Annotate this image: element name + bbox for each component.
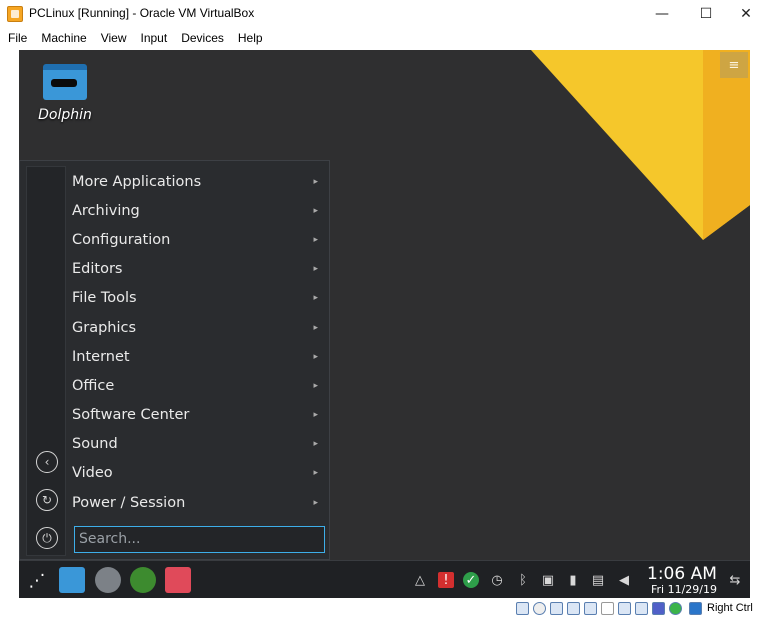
usb-device-icon[interactable] xyxy=(584,602,597,615)
menu-item-internet[interactable]: Internet ▸ xyxy=(72,342,322,371)
menu-item-file-tools[interactable]: File Tools ▸ xyxy=(72,284,322,313)
clipboard-icon[interactable]: ▤ xyxy=(590,572,606,588)
chevron-right-icon: ▸ xyxy=(313,176,318,187)
guest-screen[interactable]: ≡ Dolphin ‹ ↻ ⏻ More Applications ▸ Archi… xyxy=(19,50,750,598)
menu-input[interactable]: Input xyxy=(141,31,168,45)
menu-item-graphics[interactable]: Graphics ▸ xyxy=(72,313,322,342)
app-launcher-icon[interactable]: ⋰ xyxy=(25,569,49,593)
taskbar: ⋰ △ ! ✓ ◷ ᛒ ▣ ▮ ▤ ◀ 1:06 AM Fri 11/29/19… xyxy=(19,560,750,598)
shared-folder-icon[interactable] xyxy=(601,602,614,615)
virtualization-icon[interactable] xyxy=(652,602,665,615)
alert-icon[interactable]: ! xyxy=(438,572,454,588)
desktop-icon-label: Dolphin xyxy=(38,107,92,123)
xbox-icon[interactable] xyxy=(130,567,156,593)
status-bar: Right Ctrl xyxy=(0,598,768,620)
start-menu-list: More Applications ▸ Archiving ▸ Configurat… xyxy=(72,167,322,517)
network-adapter-icon[interactable] xyxy=(567,602,580,615)
chevron-right-icon: ▸ xyxy=(313,468,318,479)
menu-item-video[interactable]: Video ▸ xyxy=(72,459,322,488)
search-input[interactable]: Search... xyxy=(74,526,325,553)
menu-help[interactable]: Help xyxy=(238,31,263,45)
clock-icon[interactable]: ◷ xyxy=(489,572,505,588)
menu-item-software-center[interactable]: Software Center ▸ xyxy=(72,401,322,430)
virtualbox-window: PCLinux [Running] - Oracle VM VirtualBox… xyxy=(0,0,768,620)
chevron-right-icon: ▸ xyxy=(313,410,318,421)
clock-date: Fri 11/29/19 xyxy=(651,583,718,596)
desktop-menu-button[interactable]: ≡ xyxy=(720,52,748,78)
host-key-label: Right Ctrl xyxy=(707,602,753,614)
menu-item-sound[interactable]: Sound ▸ xyxy=(72,430,322,459)
chevron-right-icon: ▸ xyxy=(313,380,318,391)
menu-item-more-applications[interactable]: More Applications ▸ xyxy=(72,167,322,196)
menu-bar: File Machine View Input Devices Help xyxy=(0,28,768,48)
window-title: PCLinux [Running] - Oracle VM VirtualBox xyxy=(29,6,255,20)
usb-icon[interactable]: ▮ xyxy=(565,572,581,588)
title-bar: PCLinux [Running] - Oracle VM VirtualBox… xyxy=(0,0,768,28)
chevron-right-icon: ▸ xyxy=(313,264,318,275)
dolphin-icon xyxy=(43,64,87,100)
chevron-right-icon: ▸ xyxy=(313,322,318,333)
close-button[interactable]: ✕ xyxy=(724,0,768,28)
keyboard-capture-icon[interactable] xyxy=(689,602,702,615)
back-icon[interactable]: ‹ xyxy=(36,451,58,473)
menu-item-office[interactable]: Office ▸ xyxy=(72,371,322,400)
minimize-button[interactable]: — xyxy=(640,0,684,28)
audio-icon[interactable] xyxy=(550,602,563,615)
guest-additions-icon[interactable] xyxy=(669,602,682,615)
display-icon[interactable] xyxy=(618,602,631,615)
chevron-right-icon: ▸ xyxy=(313,439,318,450)
virtualbox-icon xyxy=(7,6,23,22)
refresh-icon[interactable]: ↻ xyxy=(36,489,58,511)
chevron-right-icon: ▸ xyxy=(313,497,318,508)
menu-machine[interactable]: Machine xyxy=(41,31,86,45)
start-menu: ‹ ↻ ⏻ More Applications ▸ Archiving ▸ Conf… xyxy=(19,160,330,560)
desktop-icon-dolphin[interactable]: Dolphin xyxy=(33,64,97,123)
menu-view[interactable]: View xyxy=(101,31,127,45)
clock-time[interactable]: 1:06 AM xyxy=(647,564,717,584)
bluetooth-icon[interactable]: ᛒ xyxy=(515,572,531,588)
check-icon[interactable]: ✓ xyxy=(463,572,479,588)
menu-file[interactable]: File xyxy=(8,31,27,45)
menu-item-configuration[interactable]: Configuration ▸ xyxy=(72,225,322,254)
dolphin-icon[interactable] xyxy=(59,567,85,593)
start-menu-sidebar: ‹ ↻ ⏻ xyxy=(26,166,66,556)
settings-icon[interactable] xyxy=(95,567,121,593)
install-icon[interactable] xyxy=(165,567,191,593)
chevron-right-icon: ▸ xyxy=(313,205,318,216)
panel-settings-icon[interactable]: ⇆ xyxy=(727,572,743,588)
recording-icon[interactable] xyxy=(635,602,648,615)
network-icon[interactable]: ▣ xyxy=(540,572,556,588)
chevron-right-icon: ▸ xyxy=(313,234,318,245)
menu-devices[interactable]: Devices xyxy=(181,31,224,45)
chevron-right-icon: ▸ xyxy=(313,351,318,362)
optical-drive-icon[interactable] xyxy=(533,602,546,615)
menu-item-power-session[interactable]: Power / Session ▸ xyxy=(72,488,322,517)
volume-icon[interactable]: ◀ xyxy=(616,572,632,588)
hard-disk-icon[interactable] xyxy=(516,602,529,615)
menu-item-archiving[interactable]: Archiving ▸ xyxy=(72,196,322,225)
maximize-button[interactable]: ☐ xyxy=(684,0,728,28)
menu-item-editors[interactable]: Editors ▸ xyxy=(72,255,322,284)
notification-icon[interactable]: △ xyxy=(412,572,428,588)
power-icon[interactable]: ⏻ xyxy=(36,527,58,549)
chevron-right-icon: ▸ xyxy=(313,293,318,304)
